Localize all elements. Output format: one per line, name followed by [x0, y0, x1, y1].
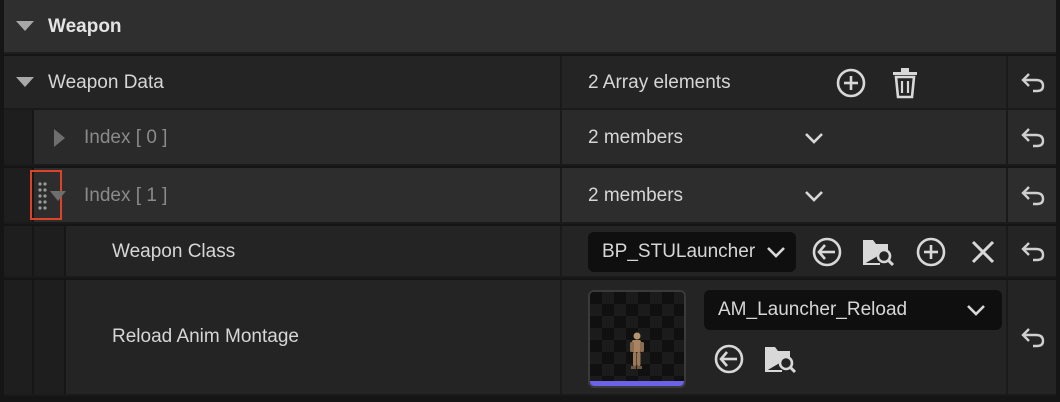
expand-arrow-icon[interactable]	[54, 129, 65, 147]
browse-to-asset-button[interactable]	[764, 342, 798, 376]
reset-to-default-icon	[1021, 128, 1045, 148]
asset-type-color-bar	[590, 381, 684, 386]
weapon-class-value: BP_STULauncher	[602, 241, 756, 262]
property-row-reload-anim-montage: Reload Anim Montage AM_Launcher_Reload	[4, 280, 1056, 396]
indent-guide	[4, 280, 34, 394]
property-value-cell: AM_Launcher_Reload	[562, 280, 1008, 394]
indent-guide	[34, 226, 66, 276]
weapon-class-combobox[interactable]: BP_STULauncher	[588, 232, 796, 272]
property-value-cell: 2 Array elements	[562, 56, 1008, 108]
property-name-cell: Weapon Data	[4, 56, 562, 108]
expand-arrow-icon[interactable]	[16, 21, 34, 31]
reset-to-default-button[interactable]	[1010, 168, 1056, 222]
empty-array-button[interactable]	[888, 66, 922, 100]
property-value-cell: 2 members	[562, 168, 1008, 222]
indent-guide	[4, 226, 34, 276]
array-element-row-0: Index [ 0 ] 2 members	[4, 110, 1056, 166]
anim-montage-value: AM_Launcher_Reload	[718, 299, 908, 320]
close-icon	[971, 240, 995, 264]
expand-arrow-icon[interactable]	[16, 77, 34, 87]
use-selected-asset-button[interactable]	[810, 235, 844, 269]
character-figure-icon	[630, 332, 644, 369]
reset-to-default-button[interactable]	[1010, 280, 1056, 394]
reload-anim-montage-label: Reload Anim Montage	[112, 326, 299, 347]
members-count: 2 members	[588, 127, 684, 148]
property-name-cell: Weapon Class	[4, 226, 562, 276]
property-row-weapon-class: Weapon Class BP_STULauncher	[4, 226, 1056, 278]
trash-icon	[893, 68, 917, 99]
browse-to-asset-button[interactable]	[862, 235, 896, 269]
chevron-down-icon	[805, 133, 823, 144]
chevron-down-icon	[967, 305, 985, 316]
indent-guide	[34, 280, 66, 394]
weapon-data-label: Weapon Data	[48, 72, 164, 93]
chevron-down-icon	[805, 191, 823, 202]
reset-to-default-icon	[1021, 186, 1045, 206]
reset-to-default-button[interactable]	[1010, 56, 1056, 108]
anim-montage-combobox[interactable]: AM_Launcher_Reload	[704, 290, 1002, 330]
indent-guide	[4, 110, 34, 164]
property-row-weapon-data: Weapon Data 2 Array elements	[4, 56, 1056, 110]
element-options-dropdown[interactable]	[802, 184, 826, 208]
members-count: 2 members	[588, 185, 684, 206]
add-element-button[interactable]	[834, 66, 868, 100]
reset-to-default-button[interactable]	[1010, 110, 1056, 164]
asset-thumbnail[interactable]	[588, 290, 686, 388]
chevron-down-icon	[767, 247, 785, 258]
use-selected-asset-button[interactable]	[712, 342, 746, 376]
reset-to-default-icon	[1021, 73, 1045, 93]
browse-folder-icon	[765, 347, 797, 374]
add-circle-icon	[836, 68, 866, 98]
clear-asset-button[interactable]	[966, 235, 1000, 269]
details-panel: Weapon Weapon Data 2 Array elements Inde…	[0, 0, 1060, 402]
reset-to-default-icon	[1021, 242, 1045, 262]
property-name-cell: Reload Anim Montage	[4, 280, 562, 394]
browse-folder-icon	[863, 240, 895, 267]
reset-to-default-icon	[1021, 328, 1045, 348]
expand-arrow-icon[interactable]	[50, 191, 66, 201]
reset-to-default-button[interactable]	[1010, 226, 1056, 276]
element-options-dropdown[interactable]	[802, 126, 826, 150]
use-selected-arrow-icon	[812, 237, 842, 267]
use-selected-arrow-icon	[714, 344, 744, 374]
array-index-label: Index [ 1 ]	[84, 185, 168, 206]
add-new-asset-button[interactable]	[914, 235, 948, 269]
array-elements-count: 2 Array elements	[588, 72, 731, 93]
property-value-cell: 2 members	[562, 110, 1008, 164]
array-index-label: Index [ 0 ]	[84, 127, 168, 148]
array-element-row-1: Index [ 1 ] 2 members	[4, 168, 1056, 224]
property-value-cell: BP_STULauncher	[562, 226, 1008, 276]
category-header-weapon[interactable]: Weapon	[4, 0, 1056, 54]
property-name-cell: Index [ 0 ]	[4, 110, 562, 164]
add-circle-icon	[916, 237, 946, 267]
category-title: Weapon	[48, 16, 122, 37]
weapon-class-label: Weapon Class	[112, 241, 236, 262]
property-name-cell: Index [ 1 ]	[4, 168, 562, 222]
